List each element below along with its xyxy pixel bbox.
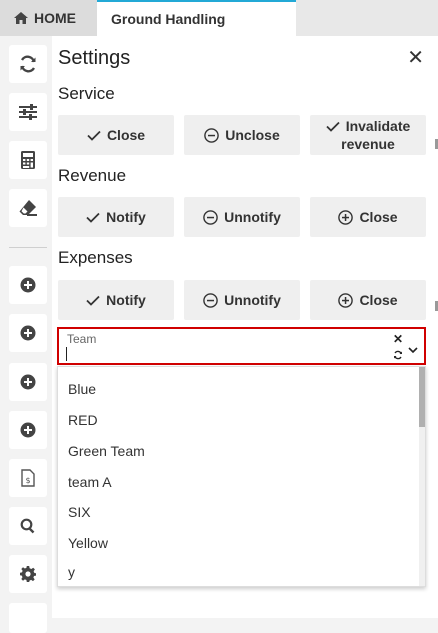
check-icon — [86, 295, 100, 306]
plus-circle-icon — [338, 292, 354, 308]
gear-icon — [20, 566, 36, 582]
team-option[interactable]: RED — [68, 412, 98, 428]
service-invalidate-revenue-button[interactable]: Invalidate revenue — [310, 115, 426, 155]
expenses-notify-label: Notify — [106, 292, 146, 308]
revenue-label: revenue — [341, 136, 395, 152]
extra-button[interactable] — [9, 603, 47, 633]
refresh-icon[interactable] — [393, 347, 403, 365]
minus-circle-icon — [203, 292, 218, 308]
team-select[interactable]: Team ✕ — [57, 327, 426, 365]
sidebar-divider — [9, 247, 47, 248]
add-button-2[interactable] — [9, 314, 47, 352]
service-unclose-button[interactable]: Unclose — [184, 115, 300, 155]
plus-circle-icon — [20, 374, 36, 390]
team-label: Team — [67, 332, 97, 346]
plus-circle-icon — [338, 209, 354, 225]
search-button[interactable] — [9, 507, 47, 545]
settings-button[interactable] — [9, 555, 47, 593]
close-panel-button[interactable]: ✕ — [407, 48, 424, 68]
expenses-close-label: Close — [359, 292, 398, 308]
team-option[interactable]: team A — [68, 474, 112, 490]
invoice-icon: $ — [21, 469, 35, 487]
check-icon — [87, 130, 101, 141]
home-icon — [14, 12, 28, 24]
tab-bar: HOME Ground Handling — [0, 0, 438, 36]
expenses-unnotify-button[interactable]: Unnotify — [184, 280, 300, 320]
sliders-icon — [19, 104, 37, 120]
sidebar: $ — [0, 36, 58, 633]
refresh-button[interactable] — [9, 45, 47, 83]
team-dropdown: Blue RED Green Team team A SIX Yellow y — [57, 366, 426, 587]
plus-circle-icon — [20, 325, 36, 341]
service-close-button[interactable]: Close — [58, 115, 174, 155]
invalidate-label: Invalidate — [345, 118, 411, 134]
plus-circle-icon — [20, 422, 36, 438]
team-option[interactable]: y — [68, 564, 75, 580]
tab-home[interactable]: HOME — [0, 0, 97, 36]
eraser-icon — [19, 200, 37, 216]
revenue-unnotify-label: Unnotify — [224, 209, 281, 225]
text-caret — [66, 347, 67, 361]
service-unclose-label: Unclose — [225, 127, 280, 143]
dropdown-scrollbar[interactable] — [419, 367, 425, 586]
expenses-close-button[interactable]: Close — [310, 280, 426, 320]
settings-panel: Settings ✕ Service Close Unclose Invalid… — [52, 36, 438, 618]
check-icon — [86, 212, 100, 223]
scroll-thumb[interactable] — [419, 367, 425, 427]
check-icon — [326, 121, 340, 132]
add-button-1[interactable] — [9, 266, 47, 304]
section-service-heading: Service — [58, 84, 115, 103]
invoice-button[interactable]: $ — [9, 459, 47, 497]
service-close-label: Close — [106, 127, 146, 143]
chevron-down-icon[interactable] — [408, 341, 418, 359]
revenue-notify-button[interactable]: Notify — [58, 197, 174, 237]
revenue-notify-label: Notify — [106, 209, 146, 225]
calculator-button[interactable] — [9, 141, 47, 179]
section-revenue-heading: Revenue — [58, 166, 127, 185]
expenses-unnotify-label: Unnotify — [224, 292, 281, 308]
calculator-icon — [21, 151, 35, 169]
section-expenses-heading: Expenses — [58, 248, 133, 267]
plus-circle-icon — [20, 277, 36, 293]
revenue-unnotify-button[interactable]: Unnotify — [184, 197, 300, 237]
expenses-notify-button[interactable]: Notify — [58, 280, 174, 320]
panel-title: Settings — [58, 47, 131, 69]
add-button-4[interactable] — [9, 411, 47, 449]
eraser-button[interactable] — [9, 189, 47, 227]
team-option[interactable]: Green Team — [68, 443, 145, 459]
revenue-close-label: Close — [359, 209, 398, 225]
minus-circle-icon — [204, 127, 220, 143]
clear-icon[interactable]: ✕ — [393, 333, 403, 345]
refresh-icon — [20, 55, 36, 73]
tab-home-label: HOME — [34, 10, 76, 26]
team-option[interactable]: SIX — [68, 504, 91, 520]
svg-text:$: $ — [25, 476, 30, 485]
tab-ground-handling[interactable]: Ground Handling — [97, 0, 296, 36]
team-option[interactable]: Yellow — [68, 535, 108, 551]
add-button-3[interactable] — [9, 363, 47, 401]
filters-button[interactable] — [9, 93, 47, 131]
search-icon — [20, 518, 35, 534]
revenue-close-button[interactable]: Close — [310, 197, 426, 237]
tab-ground-handling-label: Ground Handling — [111, 11, 226, 27]
minus-circle-icon — [203, 209, 218, 225]
team-option[interactable]: Blue — [68, 381, 96, 397]
